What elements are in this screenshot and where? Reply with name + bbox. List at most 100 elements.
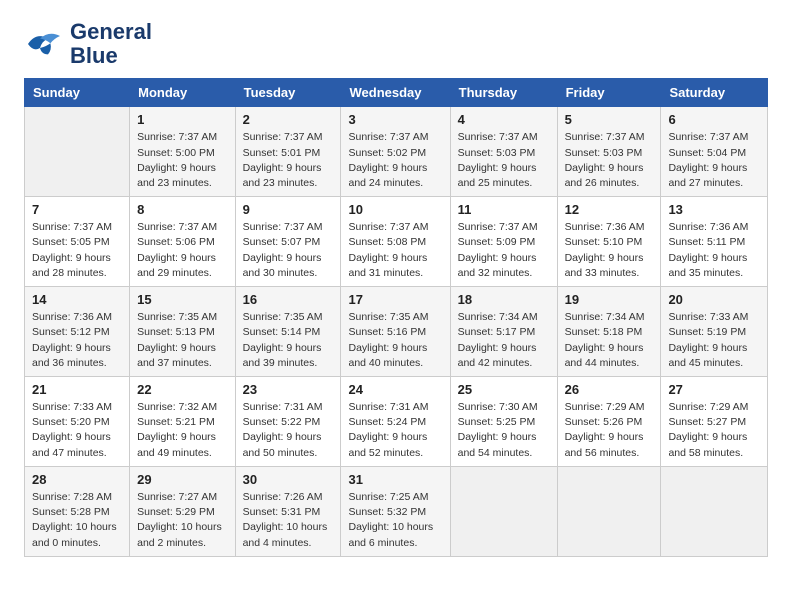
day-number: 23 — [243, 382, 334, 397]
day-info: Sunrise: 7:37 AM Sunset: 5:03 PM Dayligh… — [458, 130, 550, 191]
day-number: 22 — [137, 382, 227, 397]
column-header-monday: Monday — [130, 79, 235, 107]
day-info: Sunrise: 7:37 AM Sunset: 5:09 PM Dayligh… — [458, 220, 550, 281]
calendar-cell: 3Sunrise: 7:37 AM Sunset: 5:02 PM Daylig… — [341, 107, 450, 197]
day-number: 16 — [243, 292, 334, 307]
calendar-cell: 22 Sunrise: 7:32 AM Sunset: 5:21 PM Dayli… — [130, 377, 235, 467]
day-info: Sunrise: 7:37 AM Sunset: 5:01 PM Dayligh… — [243, 130, 334, 191]
day-number: 5 — [565, 112, 654, 127]
calendar-cell: 13 Sunrise: 7:36 AM Sunset: 5:11 PM Dayli… — [661, 197, 768, 287]
day-number: 31 — [348, 472, 442, 487]
calendar-cell: 24 Sunrise: 7:31 AM Sunset: 5:24 PM Dayli… — [341, 377, 450, 467]
day-number: 21 — [32, 382, 122, 397]
calendar-cell: 29Sunrise: 7:27 AM Sunset: 5:29 PM Dayli… — [130, 466, 235, 556]
calendar-cell: 28 Sunrise: 7:28 AM Sunset: 5:28 PM Dayli… — [25, 466, 130, 556]
calendar-table: SundayMondayTuesdayWednesdayThursdayFrid… — [24, 78, 768, 556]
calendar-cell — [450, 466, 557, 556]
day-info: Sunrise: 7:37 AM Sunset: 5:02 PM Dayligh… — [348, 130, 442, 191]
day-number: 29 — [137, 472, 227, 487]
day-info: Sunrise: 7:35 AM Sunset: 5:14 PM Dayligh… — [243, 310, 334, 371]
day-number: 19 — [565, 292, 654, 307]
calendar-cell: 23 Sunrise: 7:31 AM Sunset: 5:22 PM Dayli… — [235, 377, 341, 467]
calendar-cell: 7 Sunrise: 7:37 AM Sunset: 5:05 PM Daylig… — [25, 197, 130, 287]
logo-icon — [24, 24, 64, 64]
column-header-sunday: Sunday — [25, 79, 130, 107]
day-number: 13 — [668, 202, 760, 217]
day-number: 7 — [32, 202, 122, 217]
day-info: Sunrise: 7:34 AM Sunset: 5:17 PM Dayligh… — [458, 310, 550, 371]
calendar-week-row: 1 Sunrise: 7:37 AM Sunset: 5:00 PM Daylig… — [25, 107, 768, 197]
logo-text: General Blue — [70, 20, 152, 68]
day-number: 20 — [668, 292, 760, 307]
calendar-cell: 31Sunrise: 7:25 AM Sunset: 5:32 PM Dayli… — [341, 466, 450, 556]
day-number: 26 — [565, 382, 654, 397]
day-info: Sunrise: 7:31 AM Sunset: 5:24 PM Dayligh… — [348, 400, 442, 461]
logo: General Blue — [24, 20, 152, 68]
calendar-week-row: 14Sunrise: 7:36 AM Sunset: 5:12 PM Dayli… — [25, 287, 768, 377]
day-number: 24 — [348, 382, 442, 397]
day-info: Sunrise: 7:28 AM Sunset: 5:28 PM Dayligh… — [32, 490, 122, 551]
day-number: 18 — [458, 292, 550, 307]
day-number: 6 — [668, 112, 760, 127]
day-info: Sunrise: 7:33 AM Sunset: 5:19 PM Dayligh… — [668, 310, 760, 371]
calendar-cell: 15 Sunrise: 7:35 AM Sunset: 5:13 PM Dayli… — [130, 287, 235, 377]
calendar-cell: 8Sunrise: 7:37 AM Sunset: 5:06 PM Daylig… — [130, 197, 235, 287]
calendar-cell: 5 Sunrise: 7:37 AM Sunset: 5:03 PM Daylig… — [557, 107, 661, 197]
day-number: 9 — [243, 202, 334, 217]
column-header-thursday: Thursday — [450, 79, 557, 107]
day-info: Sunrise: 7:32 AM Sunset: 5:21 PM Dayligh… — [137, 400, 227, 461]
day-number: 25 — [458, 382, 550, 397]
day-info: Sunrise: 7:29 AM Sunset: 5:27 PM Dayligh… — [668, 400, 760, 461]
calendar-week-row: 28 Sunrise: 7:28 AM Sunset: 5:28 PM Dayli… — [25, 466, 768, 556]
day-number: 10 — [348, 202, 442, 217]
column-header-wednesday: Wednesday — [341, 79, 450, 107]
calendar-cell: 14Sunrise: 7:36 AM Sunset: 5:12 PM Dayli… — [25, 287, 130, 377]
calendar-cell: 20 Sunrise: 7:33 AM Sunset: 5:19 PM Dayli… — [661, 287, 768, 377]
day-info: Sunrise: 7:36 AM Sunset: 5:10 PM Dayligh… — [565, 220, 654, 281]
calendar-cell: 1 Sunrise: 7:37 AM Sunset: 5:00 PM Daylig… — [130, 107, 235, 197]
day-info: Sunrise: 7:37 AM Sunset: 5:06 PM Dayligh… — [137, 220, 227, 281]
calendar-cell: 17Sunrise: 7:35 AM Sunset: 5:16 PM Dayli… — [341, 287, 450, 377]
day-number: 1 — [137, 112, 227, 127]
day-number: 12 — [565, 202, 654, 217]
calendar-cell: 21 Sunrise: 7:33 AM Sunset: 5:20 PM Dayli… — [25, 377, 130, 467]
day-info: Sunrise: 7:34 AM Sunset: 5:18 PM Dayligh… — [565, 310, 654, 371]
day-info: Sunrise: 7:37 AM Sunset: 5:03 PM Dayligh… — [565, 130, 654, 191]
calendar-cell: 19 Sunrise: 7:34 AM Sunset: 5:18 PM Dayli… — [557, 287, 661, 377]
day-info: Sunrise: 7:37 AM Sunset: 5:05 PM Dayligh… — [32, 220, 122, 281]
calendar-cell: 10 Sunrise: 7:37 AM Sunset: 5:08 PM Dayli… — [341, 197, 450, 287]
day-info: Sunrise: 7:36 AM Sunset: 5:11 PM Dayligh… — [668, 220, 760, 281]
calendar-cell: 18 Sunrise: 7:34 AM Sunset: 5:17 PM Dayli… — [450, 287, 557, 377]
calendar-cell: 6 Sunrise: 7:37 AM Sunset: 5:04 PM Daylig… — [661, 107, 768, 197]
day-number: 4 — [458, 112, 550, 127]
day-info: Sunrise: 7:37 AM Sunset: 5:08 PM Dayligh… — [348, 220, 442, 281]
day-info: Sunrise: 7:33 AM Sunset: 5:20 PM Dayligh… — [32, 400, 122, 461]
calendar-cell: 16 Sunrise: 7:35 AM Sunset: 5:14 PM Dayli… — [235, 287, 341, 377]
calendar-week-row: 7 Sunrise: 7:37 AM Sunset: 5:05 PM Daylig… — [25, 197, 768, 287]
day-info: Sunrise: 7:31 AM Sunset: 5:22 PM Dayligh… — [243, 400, 334, 461]
day-info: Sunrise: 7:35 AM Sunset: 5:13 PM Dayligh… — [137, 310, 227, 371]
calendar-cell — [25, 107, 130, 197]
calendar-cell — [557, 466, 661, 556]
calendar-cell: 27 Sunrise: 7:29 AM Sunset: 5:27 PM Dayli… — [661, 377, 768, 467]
calendar-cell: 26 Sunrise: 7:29 AM Sunset: 5:26 PM Dayli… — [557, 377, 661, 467]
day-info: Sunrise: 7:35 AM Sunset: 5:16 PM Dayligh… — [348, 310, 442, 371]
day-number: 27 — [668, 382, 760, 397]
page-header: General Blue — [24, 20, 768, 68]
column-header-tuesday: Tuesday — [235, 79, 341, 107]
calendar-cell: 12 Sunrise: 7:36 AM Sunset: 5:10 PM Dayli… — [557, 197, 661, 287]
day-info: Sunrise: 7:37 AM Sunset: 5:04 PM Dayligh… — [668, 130, 760, 191]
calendar-cell — [661, 466, 768, 556]
calendar-cell: 2Sunrise: 7:37 AM Sunset: 5:01 PM Daylig… — [235, 107, 341, 197]
calendar-cell: 9Sunrise: 7:37 AM Sunset: 5:07 PM Daylig… — [235, 197, 341, 287]
day-info: Sunrise: 7:37 AM Sunset: 5:00 PM Dayligh… — [137, 130, 227, 191]
calendar-header-row: SundayMondayTuesdayWednesdayThursdayFrid… — [25, 79, 768, 107]
day-number: 15 — [137, 292, 227, 307]
day-info: Sunrise: 7:29 AM Sunset: 5:26 PM Dayligh… — [565, 400, 654, 461]
day-info: Sunrise: 7:36 AM Sunset: 5:12 PM Dayligh… — [32, 310, 122, 371]
calendar-cell: 11 Sunrise: 7:37 AM Sunset: 5:09 PM Dayli… — [450, 197, 557, 287]
day-number: 11 — [458, 202, 550, 217]
calendar-week-row: 21 Sunrise: 7:33 AM Sunset: 5:20 PM Dayli… — [25, 377, 768, 467]
day-number: 28 — [32, 472, 122, 487]
calendar-cell: 25Sunrise: 7:30 AM Sunset: 5:25 PM Dayli… — [450, 377, 557, 467]
